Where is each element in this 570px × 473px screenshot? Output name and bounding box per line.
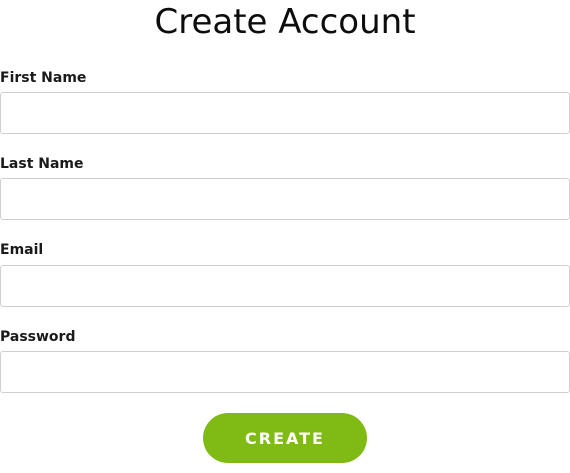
email-input[interactable] <box>0 265 570 307</box>
first-name-label: First Name <box>0 70 87 86</box>
first-name-input[interactable] <box>0 92 570 134</box>
password-label: Password <box>0 329 76 345</box>
create-account-page: Create Account First Name Last Name Emai… <box>0 0 570 473</box>
create-button[interactable]: CREATE <box>203 413 367 463</box>
last-name-input[interactable] <box>0 178 570 220</box>
last-name-label: Last Name <box>0 156 84 172</box>
page-title: Create Account <box>154 2 416 42</box>
password-input[interactable] <box>0 351 570 393</box>
email-label: Email <box>0 242 44 258</box>
